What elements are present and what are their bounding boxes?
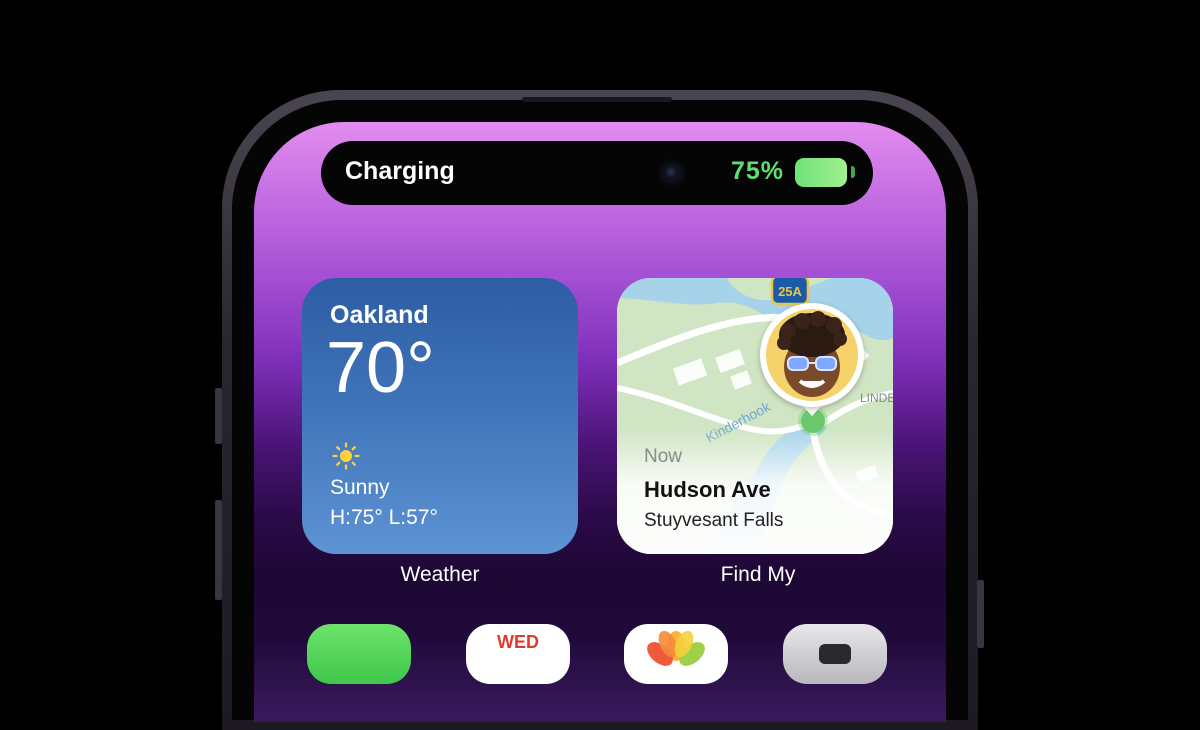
route-shield-label: 25A bbox=[778, 284, 802, 299]
battery-icon bbox=[795, 158, 847, 187]
weather-high-low: H:75° L:57° bbox=[330, 506, 438, 529]
sun-icon bbox=[332, 442, 360, 470]
calendar-day: WED bbox=[497, 632, 539, 652]
speaker-slot bbox=[522, 97, 672, 102]
battery-cap bbox=[851, 166, 855, 178]
camera-lens bbox=[666, 167, 678, 179]
side-button-power bbox=[977, 580, 984, 648]
photos-app-icon[interactable] bbox=[624, 624, 728, 684]
camera-glyph-icon bbox=[819, 644, 851, 664]
weather-temperature: 70° bbox=[326, 328, 435, 408]
avatar[interactable] bbox=[760, 303, 864, 407]
route-shield-icon: 25A bbox=[770, 278, 810, 306]
calendar-app-icon[interactable]: WED bbox=[466, 624, 570, 684]
findmy-widget[interactable]: Kinderhook LINDE 25A Now Hudson Ave Stuy… bbox=[617, 278, 893, 554]
road-label-linde: LINDE bbox=[860, 391, 893, 405]
camera-app-icon[interactable] bbox=[783, 624, 887, 684]
findmy-time: Now bbox=[644, 446, 683, 467]
side-button-volume bbox=[215, 500, 222, 600]
messages-app-icon[interactable] bbox=[307, 624, 411, 684]
charging-status: Charging bbox=[345, 157, 455, 185]
side-button-action bbox=[215, 388, 222, 444]
memoji-face bbox=[766, 309, 858, 401]
weather-condition: Sunny bbox=[330, 476, 390, 499]
findmy-area: Stuyvesant Falls bbox=[644, 510, 784, 531]
weather-widget-label: Weather bbox=[400, 563, 480, 586]
battery-percent: 75% bbox=[731, 157, 785, 185]
weather-widget[interactable]: Oakland 70° Sunny H:75° L:57° bbox=[302, 278, 578, 554]
dynamic-island[interactable]: Charging 75% bbox=[321, 141, 873, 205]
front-camera bbox=[657, 158, 687, 188]
weather-city: Oakland bbox=[330, 301, 429, 329]
findmy-place: Hudson Ave bbox=[644, 477, 771, 502]
findmy-widget-label: Find My bbox=[720, 563, 796, 586]
